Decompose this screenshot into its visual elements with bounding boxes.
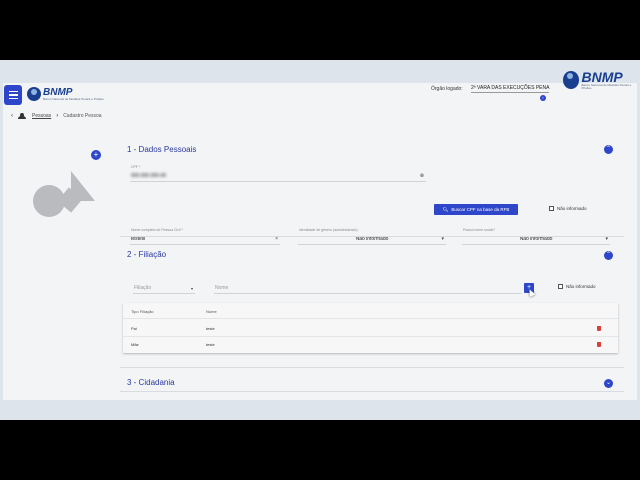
app-window: BNMP Banco Nacional de Medidas Penais e … xyxy=(3,70,637,400)
nome-social-label: Possui nome social? xyxy=(463,228,496,232)
buscar-cpf-button[interactable]: 🔍︎ Buscar CPF na base da RFB xyxy=(434,204,518,215)
logo-large-mark-icon xyxy=(563,71,580,89)
header-tipo: Tipo Filiação xyxy=(131,309,154,314)
section3-title: 3 - Cidadania xyxy=(127,378,175,387)
cpf-nao-informado-checkbox[interactable]: Não informado xyxy=(549,206,587,211)
table-row: Mãe teste xyxy=(123,339,618,352)
chevron-left-icon[interactable]: ‹ xyxy=(11,113,13,119)
cpf-value: 000.000.000-00 xyxy=(131,173,167,179)
row-nome: teste xyxy=(206,342,215,347)
row-nome: teste xyxy=(206,326,215,331)
logo[interactable]: BNMP Banco Nacional de Medidas Penais e … xyxy=(27,87,104,101)
info-icon[interactable]: i xyxy=(540,95,546,101)
clear-icon[interactable]: ⊗ xyxy=(420,173,424,179)
logo-large-text: BNMP xyxy=(581,69,623,85)
filiacao-table: Tipo Filiação Nome Pai teste Mãe teste xyxy=(123,303,618,353)
filiacao-nome-input[interactable]: Nome xyxy=(214,284,521,294)
table-header: Tipo Filiação Nome xyxy=(123,306,618,319)
header-nome: Nome xyxy=(206,309,217,314)
breadcrumb: ‹ Pessoas › Cadastro Pessoa xyxy=(11,113,102,119)
logo-mark-icon xyxy=(27,87,41,101)
trash-icon[interactable] xyxy=(597,342,601,347)
header: BNMP Banco Nacional de Medidas Penais e … xyxy=(3,70,637,107)
checkbox-label: Não informado xyxy=(557,206,587,211)
breadcrumb-current: Cadastro Pessoa xyxy=(63,113,102,119)
section-divider xyxy=(120,391,624,392)
filiacao-nome-placeholder: Nome xyxy=(215,285,229,291)
nome-field[interactable]: Nome completo do Pessoa Civil * testeiii… xyxy=(130,228,280,245)
breadcrumb-link-pessoas[interactable]: Pessoas xyxy=(32,113,51,119)
genero-select[interactable]: Identidade de gênero (autodeclarado) Não… xyxy=(298,228,446,245)
table-row: Pai teste xyxy=(123,323,618,337)
chevron-down-icon: ▾ xyxy=(190,286,193,291)
genero-label: Identidade de gênero (autodeclarado) xyxy=(299,228,358,232)
orgao-select[interactable]: 2ª VARA DAS EXECUÇÕES PENA xyxy=(471,85,550,93)
filiacao-select[interactable]: Filiação ▾ xyxy=(133,284,195,294)
section2-title: 2 - Filiação xyxy=(127,250,167,259)
section1-title: 1 - Dados Pessoais xyxy=(127,145,197,154)
nome-social-select[interactable]: Possui nome social? Não informado ▾ xyxy=(462,228,610,245)
photo-placeholder-icon xyxy=(33,171,95,217)
screen: BNMP Banco Nacional de Medidas Penais e … xyxy=(0,60,640,420)
hamburger-icon[interactable] xyxy=(4,85,22,105)
chevron-up-icon[interactable]: ⌃ xyxy=(604,145,613,154)
chevron-down-icon[interactable]: ⌄ xyxy=(604,379,613,388)
logo-large-subtitle: Banco Nacional de Medidas Penais e Prisõ… xyxy=(581,83,632,90)
buscar-cpf-label: Buscar CPF na base da RFB xyxy=(451,207,510,212)
cpf-label: CPF * xyxy=(131,165,141,169)
row-tipo: Pai xyxy=(131,326,137,331)
orgao-label: Órgão logado: xyxy=(431,86,463,92)
logo-large: BNMP Banco Nacional de Medidas Penais e … xyxy=(563,70,637,90)
section-dados-pessoais: 1 - Dados Pessoais ⌃ CPF * 000.000.000-0… xyxy=(120,138,624,245)
section-divider xyxy=(120,367,624,368)
checkbox-box[interactable] xyxy=(558,284,563,289)
cpf-field[interactable]: CPF * 000.000.000-00 ⊗ xyxy=(130,165,426,182)
logo-text: BNMP xyxy=(43,86,73,98)
row-tipo: Mãe xyxy=(131,342,139,347)
section-divider xyxy=(120,236,624,237)
nome-label: Nome completo do Pessoa Civil * xyxy=(131,228,183,232)
trash-icon[interactable] xyxy=(597,326,601,331)
chevron-up-icon[interactable]: ⌃ xyxy=(604,251,613,260)
logo-subtitle: Banco Nacional de Medidas Penais e Prisõ… xyxy=(43,96,104,101)
checkbox-label: Não informado xyxy=(566,284,596,289)
checkbox-box[interactable] xyxy=(549,206,554,211)
search-icon: 🔍︎ xyxy=(442,206,449,212)
add-photo-button[interactable]: + xyxy=(91,150,101,160)
breadcrumb-separator: › xyxy=(56,113,59,119)
people-icon xyxy=(18,113,27,119)
filiacao-placeholder: Filiação xyxy=(134,285,152,291)
filiacao-nao-informado-checkbox[interactable]: Não informado xyxy=(558,284,596,289)
